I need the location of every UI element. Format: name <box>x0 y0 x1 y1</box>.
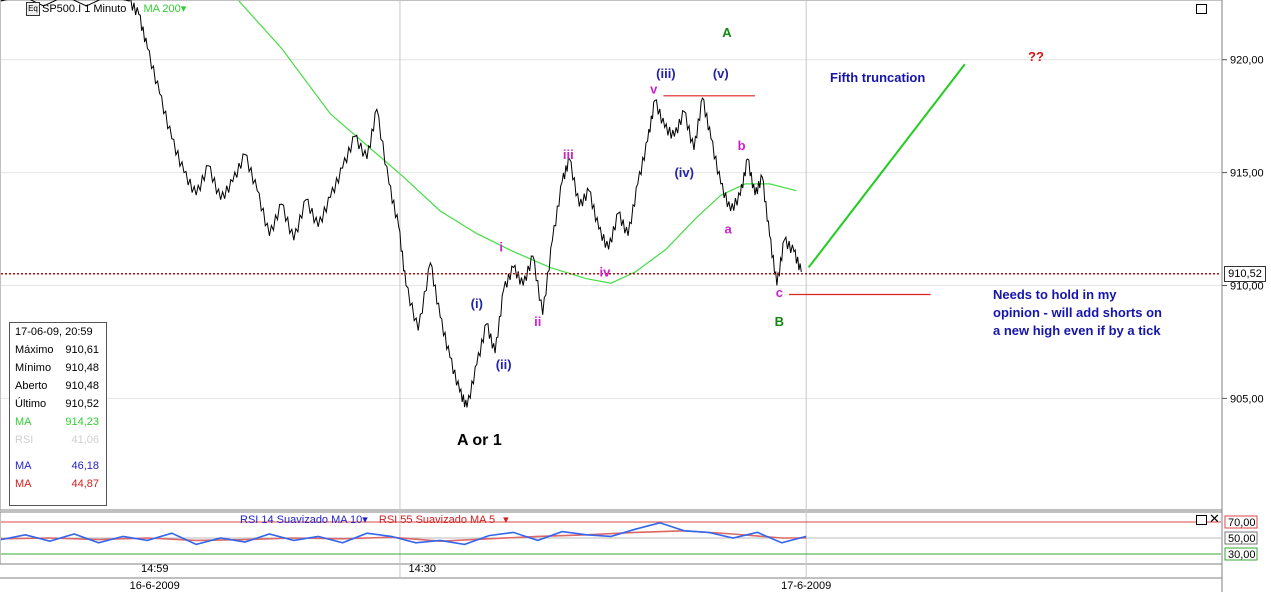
symbol-title: SP500.I 1 Minuto <box>42 3 127 15</box>
equity-badge-icon: Eq <box>26 2 40 17</box>
wave-label: iii <box>563 147 574 162</box>
info-row-label: Máximo <box>15 344 54 356</box>
y-tick-label: 910,00 <box>1230 280 1264 292</box>
close-rsi-panel-icon[interactable]: ✕ <box>1209 512 1220 526</box>
info-row: MA 46,18 <box>15 460 103 476</box>
info-row-value: 41,06 <box>71 434 99 446</box>
wave-label: (iv) <box>674 165 694 180</box>
note-line-3: a new high even if by a tick <box>993 323 1161 338</box>
info-row-label: MA <box>15 478 32 490</box>
wave-label: ii <box>534 314 541 329</box>
wave-label: b <box>738 138 746 153</box>
symbol-header[interactable]: Eq SP500.I 1 Minuto MA 200▾ <box>26 2 187 17</box>
info-row-label: Último <box>15 398 47 410</box>
info-row: Último 910,52 <box>15 398 103 414</box>
info-row-label: MA <box>15 416 32 428</box>
info-row: RSI 41,06 <box>15 434 103 450</box>
wave-label: B <box>775 314 784 329</box>
wave-label: (iii) <box>656 66 676 81</box>
note-line-1: Needs to hold in my <box>993 287 1117 302</box>
price-panel-frame <box>0 0 1223 511</box>
info-row-value: 910,48 <box>65 380 99 392</box>
info-row-label: RSI <box>15 434 34 446</box>
info-row: MA 44,87 <box>15 478 103 494</box>
info-date: 17-06-09, 20:59 <box>15 326 93 338</box>
rsi55-dropdown-icon[interactable]: ▾ <box>503 514 509 526</box>
y-tick-label: 915,00 <box>1230 168 1264 180</box>
y-tick-label: 920,00 <box>1230 55 1264 67</box>
info-row: Máximo 910,61 <box>15 344 103 360</box>
wave-label: (i) <box>471 296 483 311</box>
maximize-rsi-panel-icon[interactable] <box>1196 515 1207 525</box>
info-panel: 17-06-09, 20:59 Máximo 910,61 Mínimo 910,48… <box>9 322 107 506</box>
rsi55-legend[interactable]: RSI 55 Suavizado MA 5 <box>379 514 495 526</box>
wave-label: (ii) <box>496 357 512 372</box>
rsi-lower-label: 30,00 <box>1228 549 1256 561</box>
fifth-truncation-label: Fifth truncation <box>830 70 925 85</box>
info-row: Aberto 910,48 <box>15 380 103 396</box>
rsi-mid-label: 50,00 <box>1228 533 1256 545</box>
wave-label: v <box>650 82 658 97</box>
info-row-label: Aberto <box>15 380 48 392</box>
x-tick-label: 17-6-2009 <box>781 580 831 592</box>
ma-indicator-label[interactable]: MA 200 <box>143 3 180 15</box>
a-or-1-label: A or 1 <box>457 432 502 449</box>
rsi-upper-label: 70,00 <box>1228 517 1256 529</box>
ma-dropdown-icon[interactable]: ▾ <box>181 3 187 15</box>
info-row: MA 914,23 <box>15 416 103 432</box>
current-price-tag: 910,52 <box>1224 265 1266 282</box>
info-row-value: 910,61 <box>65 344 99 356</box>
wave-label: A <box>722 25 732 40</box>
y-axis-ticks: 920,00 915,00 910,00 905,00 <box>1222 55 1264 405</box>
rsi14-legend[interactable]: RSI 14 Suavizado MA 10 <box>240 514 362 526</box>
chart-canvas: 920,00 915,00 910,00 905,00 14:59 14:30 16-6-… <box>0 0 1264 592</box>
question-label: ?? <box>1028 49 1044 64</box>
y-tick-label: 905,00 <box>1230 393 1264 405</box>
wave-label: i <box>499 240 503 255</box>
wave-label: (v) <box>713 66 729 81</box>
info-row-value: 44,87 <box>71 478 99 490</box>
x-tick-label: 14:30 <box>408 563 436 575</box>
note-line-2: opinion - will add shorts on <box>993 305 1162 320</box>
info-row-label: Mínimo <box>15 362 52 374</box>
wave-label: iv <box>599 264 611 279</box>
info-row-value: 910,52 <box>65 398 99 410</box>
wave-label: c <box>776 285 783 300</box>
info-row-value: 914,23 <box>65 416 99 428</box>
rsi-legend: RSI 14 Suavizado MA 10▾ RSI 55 Suavizado… <box>240 513 509 526</box>
info-row-value: 46,18 <box>71 460 99 472</box>
info-row-label: MA <box>15 460 32 472</box>
info-row: Mínimo 910,48 <box>15 362 103 378</box>
maximize-price-panel-icon[interactable] <box>1196 4 1207 14</box>
rsi14-dropdown-icon[interactable]: ▾ <box>362 514 368 526</box>
x-tick-label: 14:59 <box>141 563 169 575</box>
wave-label: a <box>725 222 733 237</box>
x-tick-label: 16-6-2009 <box>130 580 180 592</box>
info-row-value: 910,48 <box>65 362 99 374</box>
